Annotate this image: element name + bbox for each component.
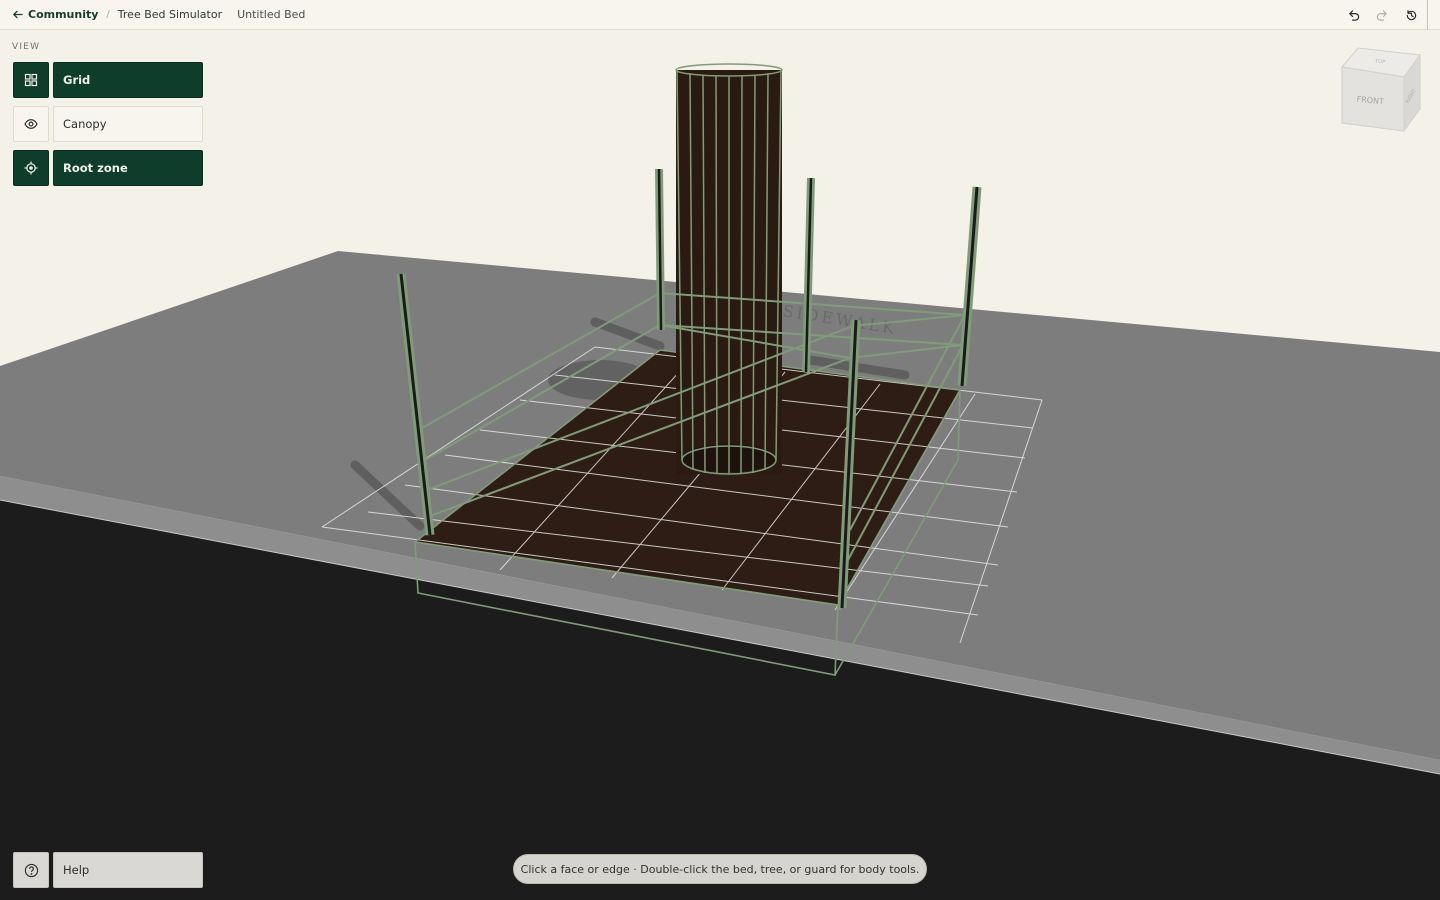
grid-tool[interactable]: Grid — [13, 62, 203, 98]
document-name[interactable]: Untitled Bed — [237, 8, 305, 21]
redo-icon[interactable] — [1376, 9, 1389, 22]
crosshair-icon[interactable] — [13, 150, 49, 186]
root-zone-tool[interactable]: Root zone — [13, 150, 203, 186]
eye-icon[interactable] — [13, 106, 49, 142]
help-tool[interactable]: Help — [13, 852, 203, 888]
navcube-top-label: TOP — [1374, 58, 1386, 65]
root-zone-button[interactable]: Root zone — [53, 150, 203, 186]
back-label: Community — [28, 8, 99, 21]
viewport-3d[interactable]: SIDEWALK — [0, 30, 1440, 900]
view-section-label: VIEW — [12, 42, 41, 52]
undo-icon[interactable] — [1347, 9, 1360, 22]
canopy-tool[interactable]: Canopy — [13, 106, 203, 142]
grid-button[interactable]: Grid — [53, 62, 203, 98]
tree-trunk[interactable] — [675, 63, 783, 475]
help-icon[interactable] — [13, 852, 49, 888]
canopy-button[interactable]: Canopy — [53, 106, 203, 142]
help-button[interactable]: Help — [53, 852, 203, 888]
grid-icon[interactable] — [13, 62, 49, 98]
breadcrumb-separator: / — [106, 9, 110, 20]
history-icon[interactable] — [1405, 9, 1418, 22]
navigation-cube[interactable]: TOP FRONT RIGHT — [1340, 45, 1422, 135]
top-bar: Community / Tree Bed Simulator Untitled … — [0, 0, 1440, 30]
arrow-left-icon — [12, 9, 23, 20]
window-edge — [1427, 0, 1428, 30]
app-name[interactable]: Tree Bed Simulator — [118, 8, 222, 21]
back-to-community-link[interactable]: Community — [12, 8, 98, 21]
interaction-hint: Click a face or edge · Double-click the … — [513, 854, 927, 884]
